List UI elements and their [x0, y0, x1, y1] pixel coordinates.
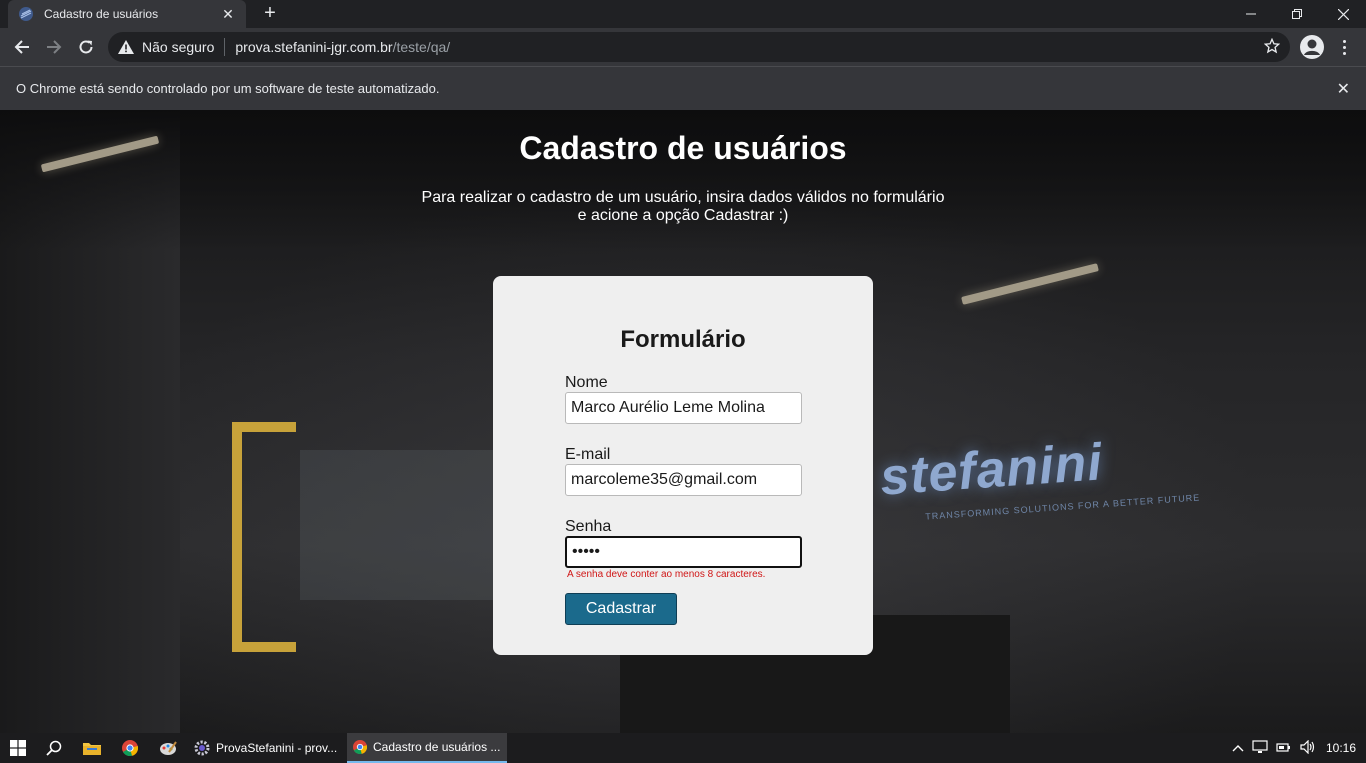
password-error-message: A senha deve conter ao menos 8 caractere…	[567, 569, 766, 580]
subtitle-line-2: e acione a opção Cadastrar :)	[577, 207, 789, 224]
form-title: Formulário	[620, 326, 746, 353]
background-stefanini-logo: stefanini	[878, 433, 1105, 507]
minimize-window-icon[interactable]	[1228, 0, 1274, 28]
profile-avatar-icon[interactable]	[1299, 34, 1325, 60]
email-input[interactable]	[565, 464, 802, 496]
taskbar-app-label: ProvaStefanini - prov...	[216, 741, 338, 755]
omnibox-divider	[224, 38, 226, 56]
system-tray: 10:16	[1228, 733, 1356, 763]
taskbar-clock[interactable]: 10:16	[1326, 741, 1356, 755]
close-window-icon[interactable]	[1320, 0, 1366, 28]
taskbar-app-provastefanini[interactable]: ProvaStefanini - prov...	[188, 733, 342, 763]
tab-close-icon[interactable]: ✕	[220, 6, 236, 23]
security-indicator[interactable]: Não seguro	[118, 39, 214, 55]
cadastrar-button[interactable]: Cadastrar	[565, 593, 677, 625]
automation-infobar: O Chrome está sendo controlado por um so…	[0, 66, 1366, 110]
tray-network-icon[interactable]	[1248, 739, 1272, 757]
page-title: Cadastro de usuários	[519, 130, 847, 166]
infobar-close-icon[interactable]: ✕	[1337, 79, 1350, 99]
email-label: E-mail	[565, 446, 611, 463]
background-yellow-frame	[232, 422, 296, 652]
stefanini-favicon-icon	[18, 6, 34, 22]
tab-title: Cadastro de usuários	[44, 7, 159, 21]
registration-form-card: Formulário Nome E-mail Senha A senha dev…	[493, 276, 873, 655]
chrome-icon	[353, 740, 367, 754]
taskbar-app-label: Cadastro de usuários ...	[373, 740, 501, 754]
name-input[interactable]	[565, 392, 802, 424]
windows-taskbar: ProvaStefanini - prov... Cadastro de usu…	[0, 733, 1366, 763]
search-icon[interactable]	[40, 733, 68, 763]
windows-start-icon[interactable]	[4, 733, 32, 763]
back-arrow-icon[interactable]	[8, 33, 36, 61]
url-host: prova.stefanini-jgr.com.br	[235, 39, 393, 55]
background-lamp	[961, 263, 1099, 305]
reload-icon[interactable]	[72, 33, 100, 61]
chrome-icon[interactable]	[116, 733, 144, 763]
tray-volume-icon[interactable]	[1296, 739, 1320, 757]
name-label: Nome	[565, 374, 608, 391]
restore-window-icon[interactable]	[1274, 0, 1320, 28]
gear-app-icon	[194, 740, 210, 756]
forward-arrow-icon[interactable]	[40, 33, 68, 61]
page-subtitle: Para realizar o cadastro de um usuário, …	[383, 189, 983, 225]
tray-chevron-up-icon[interactable]	[1228, 741, 1248, 755]
taskbar-app-chrome-cadastro[interactable]: Cadastro de usuários ...	[347, 733, 507, 763]
subtitle-line-1: Para realizar o cadastro de um usuário, …	[421, 189, 945, 206]
browser-menu-icon[interactable]	[1334, 34, 1354, 60]
bookmark-star-icon[interactable]	[1263, 37, 1281, 59]
page-content: stefanini TRANSFORMING SOLUTIONS FOR A B…	[0, 110, 1366, 733]
file-explorer-icon[interactable]	[78, 733, 106, 763]
address-bar[interactable]: Não seguro prova.stefanini-jgr.com.br/te…	[108, 32, 1290, 62]
infobar-message: O Chrome está sendo controlado por um so…	[16, 81, 440, 96]
new-tab-button[interactable]: +	[258, 2, 282, 26]
tray-power-icon[interactable]	[1272, 740, 1296, 757]
paint-app-icon[interactable]	[154, 733, 182, 763]
url-path: /teste/qa/	[392, 39, 451, 55]
password-label: Senha	[565, 518, 612, 535]
browser-toolbar: Não seguro prova.stefanini-jgr.com.br/te…	[0, 28, 1366, 66]
not-secure-label: Não seguro	[142, 39, 215, 55]
warning-triangle-icon	[118, 40, 134, 54]
browser-title-bar: Cadastro de usuários ✕ +	[0, 0, 1366, 28]
browser-tab-active[interactable]: Cadastro de usuários ✕	[8, 0, 246, 28]
password-input[interactable]	[565, 536, 802, 568]
